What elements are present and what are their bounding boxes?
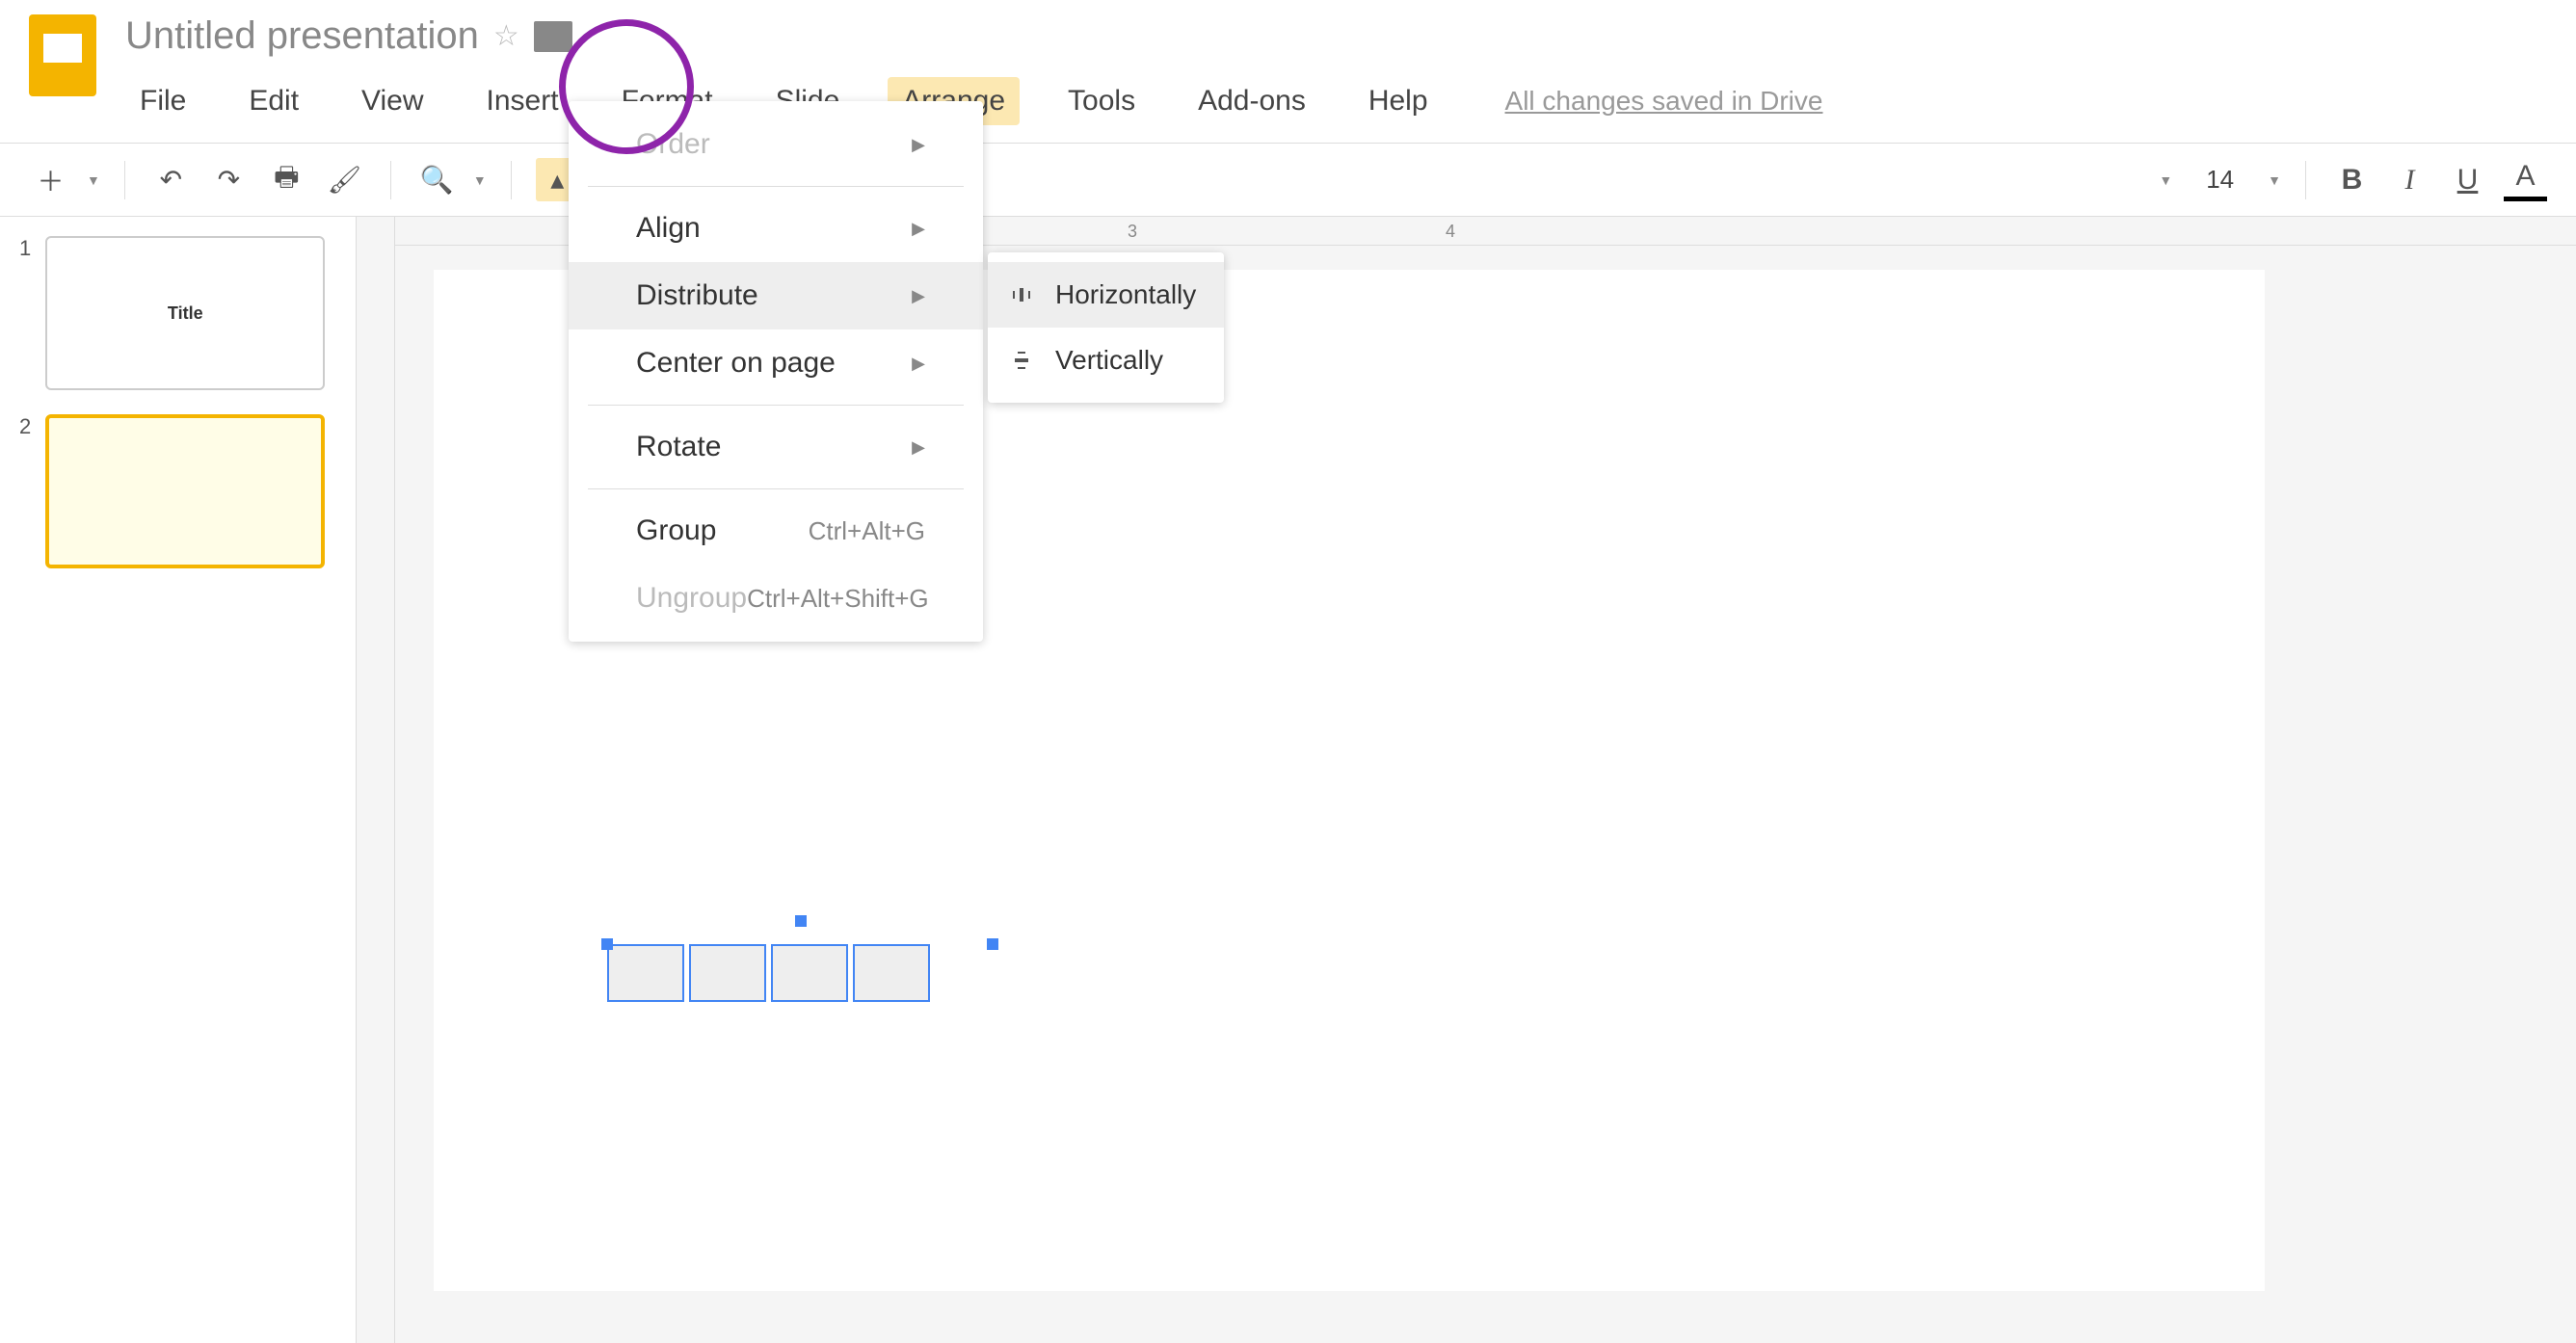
underline-button[interactable]: U xyxy=(2446,158,2489,201)
toolbar: ＋ ▼ ↶ ↷ 🖶 🖌 🔍 ▼ ▴ ▢ 🖼 ▼ ▼ 14 ▼ B I U A xyxy=(0,143,2576,217)
star-icon[interactable]: ☆ xyxy=(493,19,519,53)
menu-help[interactable]: Help xyxy=(1354,77,1443,125)
arrange-align[interactable]: Align ▶ xyxy=(569,195,983,262)
menu-addons[interactable]: Add-ons xyxy=(1183,77,1320,125)
menubar: File Edit View Insert Format Slide Arran… xyxy=(125,77,2547,125)
arrange-menu: Order ▶ Align ▶ Distribute ▶ Center on p… xyxy=(569,101,983,642)
undo-button[interactable]: ↶ xyxy=(149,158,193,201)
paint-format-button[interactable]: 🖌 xyxy=(323,158,366,201)
document-title[interactable]: Untitled presentation xyxy=(125,14,479,58)
zoom-dropdown-icon[interactable]: ▼ xyxy=(473,172,487,188)
arrange-group[interactable]: Group Ctrl+Alt+G xyxy=(569,497,983,565)
font-size-value[interactable]: 14 xyxy=(2187,165,2253,195)
arrange-center-on-page[interactable]: Center on page ▶ xyxy=(569,329,983,397)
distribute-submenu: Horizontally Vertically xyxy=(988,252,1224,403)
menu-insert[interactable]: Insert xyxy=(472,77,573,125)
submenu-arrow-icon: ▶ xyxy=(912,219,925,239)
menu-file[interactable]: File xyxy=(125,77,200,125)
main-area: 1 Title 2 3 4 xyxy=(0,217,2576,1343)
print-button[interactable]: 🖶 xyxy=(265,158,308,201)
distribute-horizontally[interactable]: Horizontally xyxy=(988,262,1224,328)
slide-thumbnail-2[interactable]: 2 xyxy=(19,414,336,568)
redo-button[interactable]: ↷ xyxy=(207,158,251,201)
zoom-button[interactable]: 🔍 xyxy=(415,158,459,201)
save-status[interactable]: All changes saved in Drive xyxy=(1505,86,1823,117)
text-color-button[interactable]: A xyxy=(2504,158,2547,201)
arrange-ungroup[interactable]: Ungroup Ctrl+Alt+Shift+G xyxy=(569,565,983,632)
menu-edit[interactable]: Edit xyxy=(234,77,313,125)
font-size-dropdown-icon[interactable]: ▼ xyxy=(2268,172,2281,188)
selected-shapes[interactable] xyxy=(607,944,993,1031)
submenu-arrow-icon: ▶ xyxy=(912,354,925,374)
italic-button[interactable]: I xyxy=(2388,158,2431,201)
slide-thumbnail-1[interactable]: 1 Title xyxy=(19,236,336,390)
new-slide-dropdown-icon[interactable]: ▼ xyxy=(87,172,100,188)
distribute-horizontal-icon xyxy=(1007,280,1036,309)
arrange-distribute[interactable]: Distribute ▶ xyxy=(569,262,983,329)
distribute-vertically[interactable]: Vertically xyxy=(988,328,1224,393)
submenu-arrow-icon: ▶ xyxy=(912,437,925,458)
distribute-vertical-icon xyxy=(1007,346,1036,375)
arrange-order[interactable]: Order ▶ xyxy=(569,111,983,178)
slides-logo-icon xyxy=(29,14,96,96)
header: Untitled presentation ☆ File Edit View I… xyxy=(0,0,2576,125)
menu-view[interactable]: View xyxy=(347,77,438,125)
submenu-arrow-icon: ▶ xyxy=(912,286,925,306)
arrange-rotate[interactable]: Rotate ▶ xyxy=(569,413,983,481)
font-dropdown-icon[interactable]: ▼ xyxy=(2159,172,2172,188)
vertical-ruler xyxy=(357,217,395,1343)
menu-tools[interactable]: Tools xyxy=(1053,77,1150,125)
slide-panel: 1 Title 2 xyxy=(0,217,357,1343)
submenu-arrow-icon: ▶ xyxy=(912,135,925,155)
new-slide-button[interactable]: ＋ xyxy=(29,158,72,201)
bold-button[interactable]: B xyxy=(2330,158,2374,201)
folder-icon[interactable] xyxy=(534,21,572,52)
